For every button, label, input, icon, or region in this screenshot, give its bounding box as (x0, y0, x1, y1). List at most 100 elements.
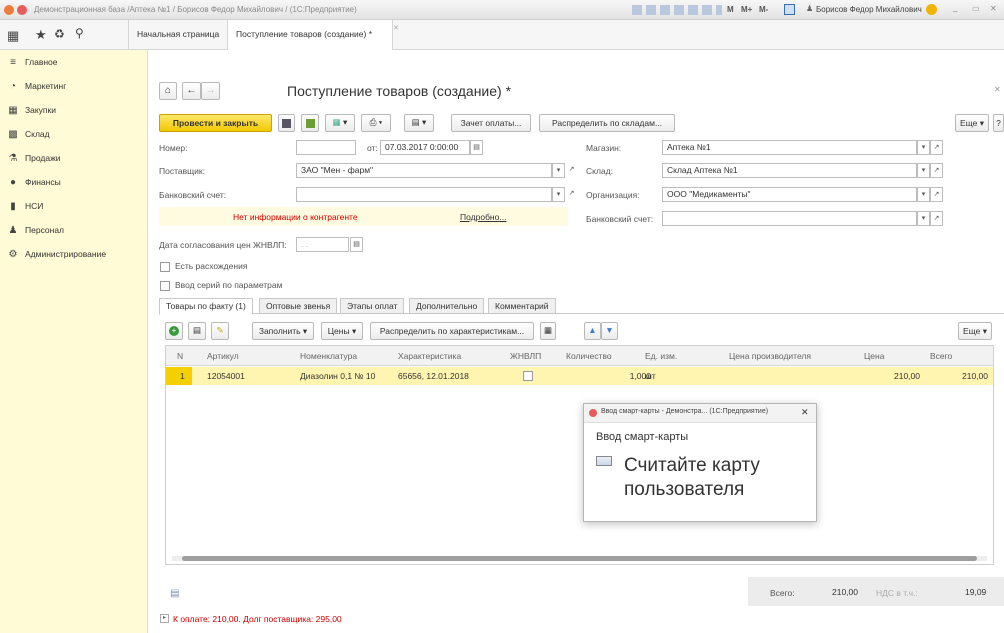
warehouse-dropdown-icon[interactable]: ▾ (917, 163, 930, 178)
selection-button[interactable]: ▦ (540, 322, 556, 340)
move-down-button[interactable]: ▼ (601, 322, 618, 340)
col-qty[interactable]: Количество (566, 346, 612, 366)
tab-home[interactable]: Начальная страница (128, 20, 229, 49)
cell-vital-checkbox[interactable] (523, 371, 533, 381)
organization-field[interactable]: ООО "Медикаменты" (662, 187, 917, 202)
tab-receipt-create[interactable]: Поступление товаров (создание) * (228, 20, 394, 50)
apps-grid-icon[interactable]: ▦ (7, 28, 19, 44)
series-input-checkbox[interactable] (160, 281, 170, 291)
maximize-icon[interactable]: ▭ (972, 4, 980, 13)
calc-mminus-button[interactable]: M- (759, 5, 768, 14)
price-approval-field[interactable]: . . (296, 237, 349, 252)
sidebar-item-reference[interactable]: ▮ НСИ (0, 194, 148, 218)
dialog-close-icon[interactable]: ✕ (801, 407, 809, 418)
reports-button[interactable]: ▤ ▾ (404, 114, 434, 132)
col-item[interactable]: Номенклатура (300, 346, 357, 366)
favorites-star-icon[interactable]: ★ (35, 27, 47, 43)
shop-dropdown-icon[interactable]: ▾ (917, 140, 930, 155)
create-based-button[interactable]: ▦ ▾ (325, 114, 355, 132)
details-link[interactable]: Подробно... (460, 212, 506, 222)
tab-goods-actual[interactable]: Товары по факту (1) (159, 298, 253, 315)
date-field[interactable]: 07.03.2017 0:00:00 (380, 140, 470, 155)
tab-wholesale-links[interactable]: Оптовые звенья (259, 298, 338, 314)
bank-account-open-icon[interactable]: ↗ (565, 187, 578, 202)
history-icon[interactable]: ♻ (54, 27, 65, 41)
table-more-button[interactable]: Еще ▾ (958, 322, 992, 340)
tab-additional[interactable]: Дополнительно (409, 298, 485, 314)
help-button[interactable]: ? (993, 114, 1004, 132)
bank-account-field[interactable] (296, 187, 552, 202)
col-mfr-price[interactable]: Цена производителя (729, 346, 811, 366)
post-and-close-button[interactable]: Провести и закрыть (159, 114, 272, 132)
col-article[interactable]: Артикул (207, 346, 239, 366)
tab-payment-stages[interactable]: Этапы оплат (340, 298, 405, 314)
print-button[interactable]: ⎙ ▾ (361, 114, 391, 132)
tab-close-icon[interactable]: ✕ (393, 24, 399, 32)
notes-icon[interactable]: ▤ (170, 588, 179, 599)
supplier-open-icon[interactable]: ↗ (565, 163, 578, 178)
table-row[interactable] (166, 367, 993, 385)
col-vital[interactable]: ЖНВЛП (510, 346, 541, 366)
close-window-icon[interactable]: ✕ (990, 4, 997, 13)
col-unit[interactable]: Ед. изм. (645, 346, 677, 366)
sidebar-item-finance[interactable]: ● Финансы (0, 170, 148, 194)
info-icon[interactable] (926, 4, 937, 15)
col-total[interactable]: Всего (930, 346, 952, 366)
sidebar-item-warehouse[interactable]: ▩ Склад (0, 122, 148, 146)
fill-button[interactable]: Заполнить ▾ (252, 322, 314, 340)
col-characteristic[interactable]: Характеристика (398, 346, 461, 366)
window-menu-icon[interactable] (17, 5, 27, 15)
sidebar-item-sales[interactable]: ⚗ Продажи (0, 146, 148, 170)
calc-m-button[interactable]: M (727, 5, 734, 14)
save-button[interactable] (278, 114, 295, 132)
bank-account2-field[interactable] (662, 211, 917, 226)
distribute-warehouses-button[interactable]: Распределить по складам... (539, 114, 675, 132)
organization-dropdown-icon[interactable]: ▾ (917, 187, 930, 202)
supplier-field[interactable]: ЗАО "Мен - фарм" (296, 163, 552, 178)
more-button[interactable]: Еще ▾ (955, 114, 989, 132)
col-price[interactable]: Цена (864, 346, 884, 366)
calendar-icon[interactable]: ▤ (470, 140, 483, 155)
scrollbar-thumb[interactable] (182, 556, 977, 561)
warehouse-field[interactable]: Склад Аптека №1 (662, 163, 917, 178)
move-up-button[interactable]: ▲ (584, 322, 601, 340)
search-icon[interactable]: ⚲ (75, 26, 84, 40)
shop-open-icon[interactable]: ↗ (930, 140, 943, 155)
sidebar-item-admin[interactable]: ⚙ Администрирование (0, 242, 148, 266)
expand-note-icon[interactable]: ▸ (160, 614, 169, 623)
distribute-chars-button[interactable]: Распределить по характеристикам... (370, 322, 534, 340)
form-close-icon[interactable]: ✕ (994, 85, 1001, 94)
bank-account2-dropdown-icon[interactable]: ▾ (917, 211, 930, 226)
payment-note[interactable]: К оплате: 210,00. Долг поставщика: 295,0… (173, 614, 342, 624)
sidebar-item-personnel[interactable]: ♟ Персонал (0, 218, 148, 242)
minimize-icon[interactable]: _ (953, 3, 957, 12)
warehouse-open-icon[interactable]: ↗ (930, 163, 943, 178)
sidebar-item-marketing[interactable]: ◔ Маркетинг (0, 74, 148, 98)
forward-button[interactable]: → (201, 82, 220, 100)
edit-row-button[interactable]: ✎ (211, 322, 229, 340)
back-button[interactable]: ← (182, 82, 201, 100)
col-n[interactable]: N (177, 346, 183, 366)
discrepancies-checkbox[interactable] (160, 262, 170, 272)
copy-row-button[interactable]: ▤ (188, 322, 206, 340)
sidebar-item-purchases[interactable]: ▦ Закупки (0, 98, 148, 122)
bank-account-dropdown-icon[interactable]: ▾ (552, 187, 565, 202)
windows-icon[interactable] (784, 4, 795, 15)
current-user[interactable]: Борисов Федор Михайлович (816, 5, 922, 14)
post-button[interactable] (301, 114, 319, 132)
shop-field[interactable]: Аптека №1 (662, 140, 917, 155)
bank-account2-open-icon[interactable]: ↗ (930, 211, 943, 226)
calc-mplus-button[interactable]: M+ (741, 5, 752, 14)
tab-comment[interactable]: Комментарий (488, 298, 556, 314)
horizontal-scrollbar[interactable] (172, 556, 987, 561)
home-button[interactable]: ⌂ (159, 82, 177, 100)
add-row-button[interactable]: + (165, 322, 183, 340)
sidebar-item-main[interactable]: ≡ Главное (0, 50, 148, 74)
organization-open-icon[interactable]: ↗ (930, 187, 943, 202)
number-field[interactable] (296, 140, 356, 155)
payment-offset-button[interactable]: Зачет оплаты... (451, 114, 531, 132)
supplier-dropdown-icon[interactable]: ▾ (552, 163, 565, 178)
toolbar-icons[interactable] (632, 5, 722, 15)
price-approval-calendar-icon[interactable]: ▤ (350, 237, 363, 252)
prices-button[interactable]: Цены ▾ (321, 322, 363, 340)
